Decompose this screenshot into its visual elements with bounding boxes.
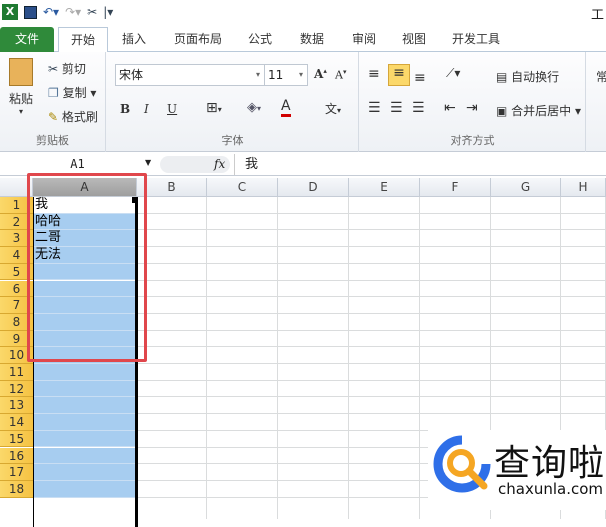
alignment-label: 对齐方式 (450, 134, 495, 147)
fill-color-icon[interactable]: ◈▾ (247, 100, 261, 115)
format-painter-button[interactable]: ✎ 格式刷 (48, 108, 98, 125)
gridline (137, 229, 606, 231)
increase-indent-icon[interactable]: ⇥ (466, 100, 478, 116)
tab-data[interactable]: 数据 (292, 27, 332, 52)
row-header-18[interactable]: 18 (0, 480, 33, 498)
shrink-font-icon[interactable]: A▾ (335, 68, 346, 82)
font-size-select[interactable]: 11 ▾ (264, 64, 308, 86)
formula-input[interactable]: 我 (234, 154, 606, 175)
column-header-f[interactable]: F (420, 178, 491, 197)
font-color-icon[interactable]: A (281, 98, 291, 117)
tab-developer[interactable]: 开发工具 (446, 27, 506, 52)
gridline (137, 212, 606, 214)
align-left-icon[interactable]: ☰ (368, 100, 381, 116)
tab-home[interactable]: 开始 (58, 27, 108, 53)
gridline (137, 379, 606, 381)
name-box-dropdown-icon[interactable]: ▼ (145, 158, 151, 167)
gridline (137, 312, 606, 314)
decrease-indent-icon[interactable]: ⇤ (444, 100, 456, 116)
tab-page-layout[interactable]: 页面布局 (168, 27, 228, 52)
tab-view[interactable]: 视图 (394, 27, 434, 52)
watermark-logo: 查询啦 chaxunla.com (428, 430, 606, 510)
wrap-text-button[interactable]: ▤ 自动换行 (496, 68, 559, 85)
column-header-e[interactable]: E (349, 178, 420, 197)
align-bottom-icon[interactable]: ≡ (414, 70, 426, 86)
gridline (137, 396, 606, 398)
align-right-icon[interactable]: ☰ (412, 100, 425, 116)
gridline (137, 413, 606, 415)
phonetic-icon[interactable]: 文▾ (325, 100, 341, 117)
copy-button[interactable]: ❐ 复制 ▾ (48, 84, 96, 101)
ribbon-tabs: 文件 开始 插入 页面布局 公式 数据 审阅 视图 开发工具 (0, 24, 606, 53)
copy-icon: ❐ (48, 86, 59, 100)
gridline (137, 329, 606, 331)
clipboard-group: 粘贴 ▾ ✂ 剪切 ❐ 复制 ▾ ✎ 格式刷 剪贴板 (0, 52, 106, 152)
font-group: 宋体 ▾ 11 ▾ A▴ A▾ B I U ⊞▾ ◈▾ A 文▾ 字体 (107, 52, 359, 152)
row-header-11[interactable]: 11 (0, 364, 33, 381)
tab-review[interactable]: 审阅 (344, 27, 384, 52)
grow-font-icon[interactable]: A▴ (314, 66, 327, 81)
bold-button[interactable]: B (120, 102, 130, 116)
save-icon[interactable] (24, 5, 37, 19)
align-center-icon[interactable]: ☰ (390, 100, 403, 116)
align-middle-icon[interactable]: ≡ (388, 64, 410, 86)
column-header-c[interactable]: C (207, 178, 278, 197)
alignment-group: ≡ ≡ ≡ ⟋▾ ▤ 自动换行 ☰ ☰ ☰ ⇤ ⇥ ▣ 合并后居中 ▾ 对齐方式 (360, 52, 586, 152)
gridline (137, 346, 606, 348)
underline-button[interactable]: U (167, 102, 177, 116)
excel-icon: X (2, 4, 18, 20)
brush-icon: ✎ (48, 110, 59, 124)
merge-icon: ▣ (496, 104, 508, 118)
ribbon: 粘贴 ▾ ✂ 剪切 ❐ 复制 ▾ ✎ 格式刷 剪贴板 宋体 ▾ 11 ▾ A▴ A▾ … (0, 52, 606, 152)
tab-file[interactable]: 文件 (0, 27, 54, 52)
wrap-text-icon: ▤ (496, 70, 508, 84)
scissors-icon: ✂ (48, 62, 59, 76)
column-header-d[interactable]: D (278, 178, 349, 197)
paste-button[interactable]: 粘贴 ▾ (6, 58, 36, 116)
magnifier-logo-icon (433, 435, 491, 493)
highlight-box (27, 173, 147, 362)
merge-center-button[interactable]: ▣ 合并后居中 ▾ (496, 102, 581, 119)
undo-icon[interactable]: ↶▾ (43, 5, 59, 19)
italic-button[interactable]: I (144, 102, 149, 116)
clipboard-label: 剪贴板 (36, 134, 69, 147)
cut-button[interactable]: ✂ 剪切 (48, 60, 86, 77)
orientation-icon[interactable]: ⟋▾ (446, 66, 460, 81)
quick-access-toolbar: X ↶▾ ↷▾ ✂ |▾ 工 (0, 0, 606, 24)
row-header-13[interactable]: 13 (0, 397, 33, 415)
customize-icon[interactable]: |▾ (103, 5, 113, 19)
tab-formulas[interactable]: 公式 (240, 27, 280, 52)
gridline (137, 279, 606, 281)
align-top-icon[interactable]: ≡ (368, 66, 380, 82)
window-title: 工 (590, 8, 604, 23)
row-header-17[interactable]: 17 (0, 464, 33, 481)
redo-icon[interactable]: ↷▾ (65, 5, 81, 19)
row-header-12[interactable]: 12 (0, 380, 33, 398)
font-name-select[interactable]: 宋体 ▾ (115, 64, 265, 86)
number-format-select[interactable]: 常 (596, 68, 606, 85)
gridline (137, 296, 606, 298)
name-box[interactable]: A1 (0, 154, 155, 175)
column-header-h[interactable]: H (561, 178, 606, 197)
gridline (137, 262, 606, 264)
tab-insert[interactable]: 插入 (114, 27, 154, 52)
tools-icon[interactable]: ✂ (87, 5, 97, 19)
borders-icon[interactable]: ⊞▾ (206, 100, 222, 116)
font-label: 字体 (221, 134, 244, 147)
row-header-16[interactable]: 16 (0, 447, 33, 465)
row-header-14[interactable]: 14 (0, 414, 33, 431)
column-header-b[interactable]: B (137, 178, 207, 197)
row-header-15[interactable]: 15 (0, 430, 33, 448)
clipboard-icon (9, 58, 33, 86)
fx-icon[interactable]: fx (214, 157, 225, 171)
gridline (137, 246, 606, 248)
column-header-g[interactable]: G (491, 178, 561, 197)
gridline (137, 363, 606, 364)
